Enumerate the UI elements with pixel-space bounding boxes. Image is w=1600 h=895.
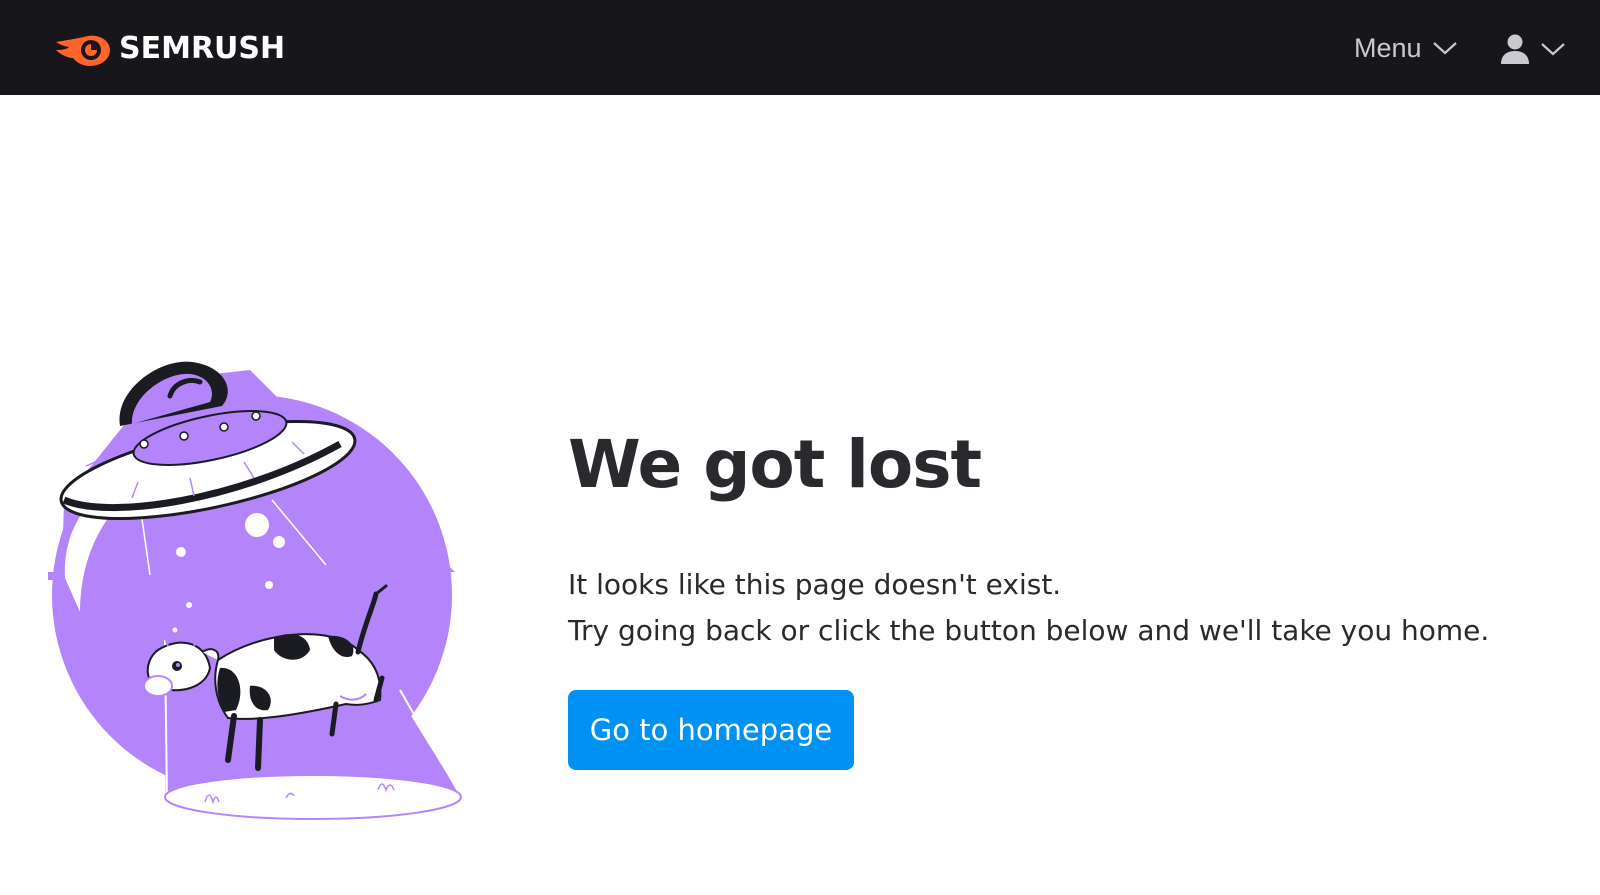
error-content: We got lost It looks like this page does… (568, 420, 1568, 770)
user-account-dropdown[interactable] (1500, 30, 1566, 68)
user-icon (1501, 34, 1529, 64)
menu-dropdown[interactable]: Menu (1354, 28, 1458, 68)
top-navigation-bar: SEMRUSH Menu (0, 0, 1600, 95)
page-title: We got lost (568, 426, 982, 503)
brand-name: SEMRUSH (119, 30, 286, 66)
chevron-down-icon (1541, 43, 1565, 56)
chevron-down-icon (1432, 42, 1457, 55)
ufo-abducting-cow-illustration (48, 361, 463, 820)
description-line-1: It looks like this page doesn't exist. (568, 568, 1062, 601)
menu-label: Menu (1354, 32, 1422, 63)
go-to-homepage-button[interactable]: Go to homepage (568, 690, 854, 770)
semrush-logo[interactable]: SEMRUSH (54, 28, 285, 68)
semrush-fire-logo-icon (56, 35, 110, 66)
description-line-2: Try going back or click the button below… (568, 614, 1490, 647)
error-description: It looks like this page doesn't exist. T… (568, 562, 1568, 654)
